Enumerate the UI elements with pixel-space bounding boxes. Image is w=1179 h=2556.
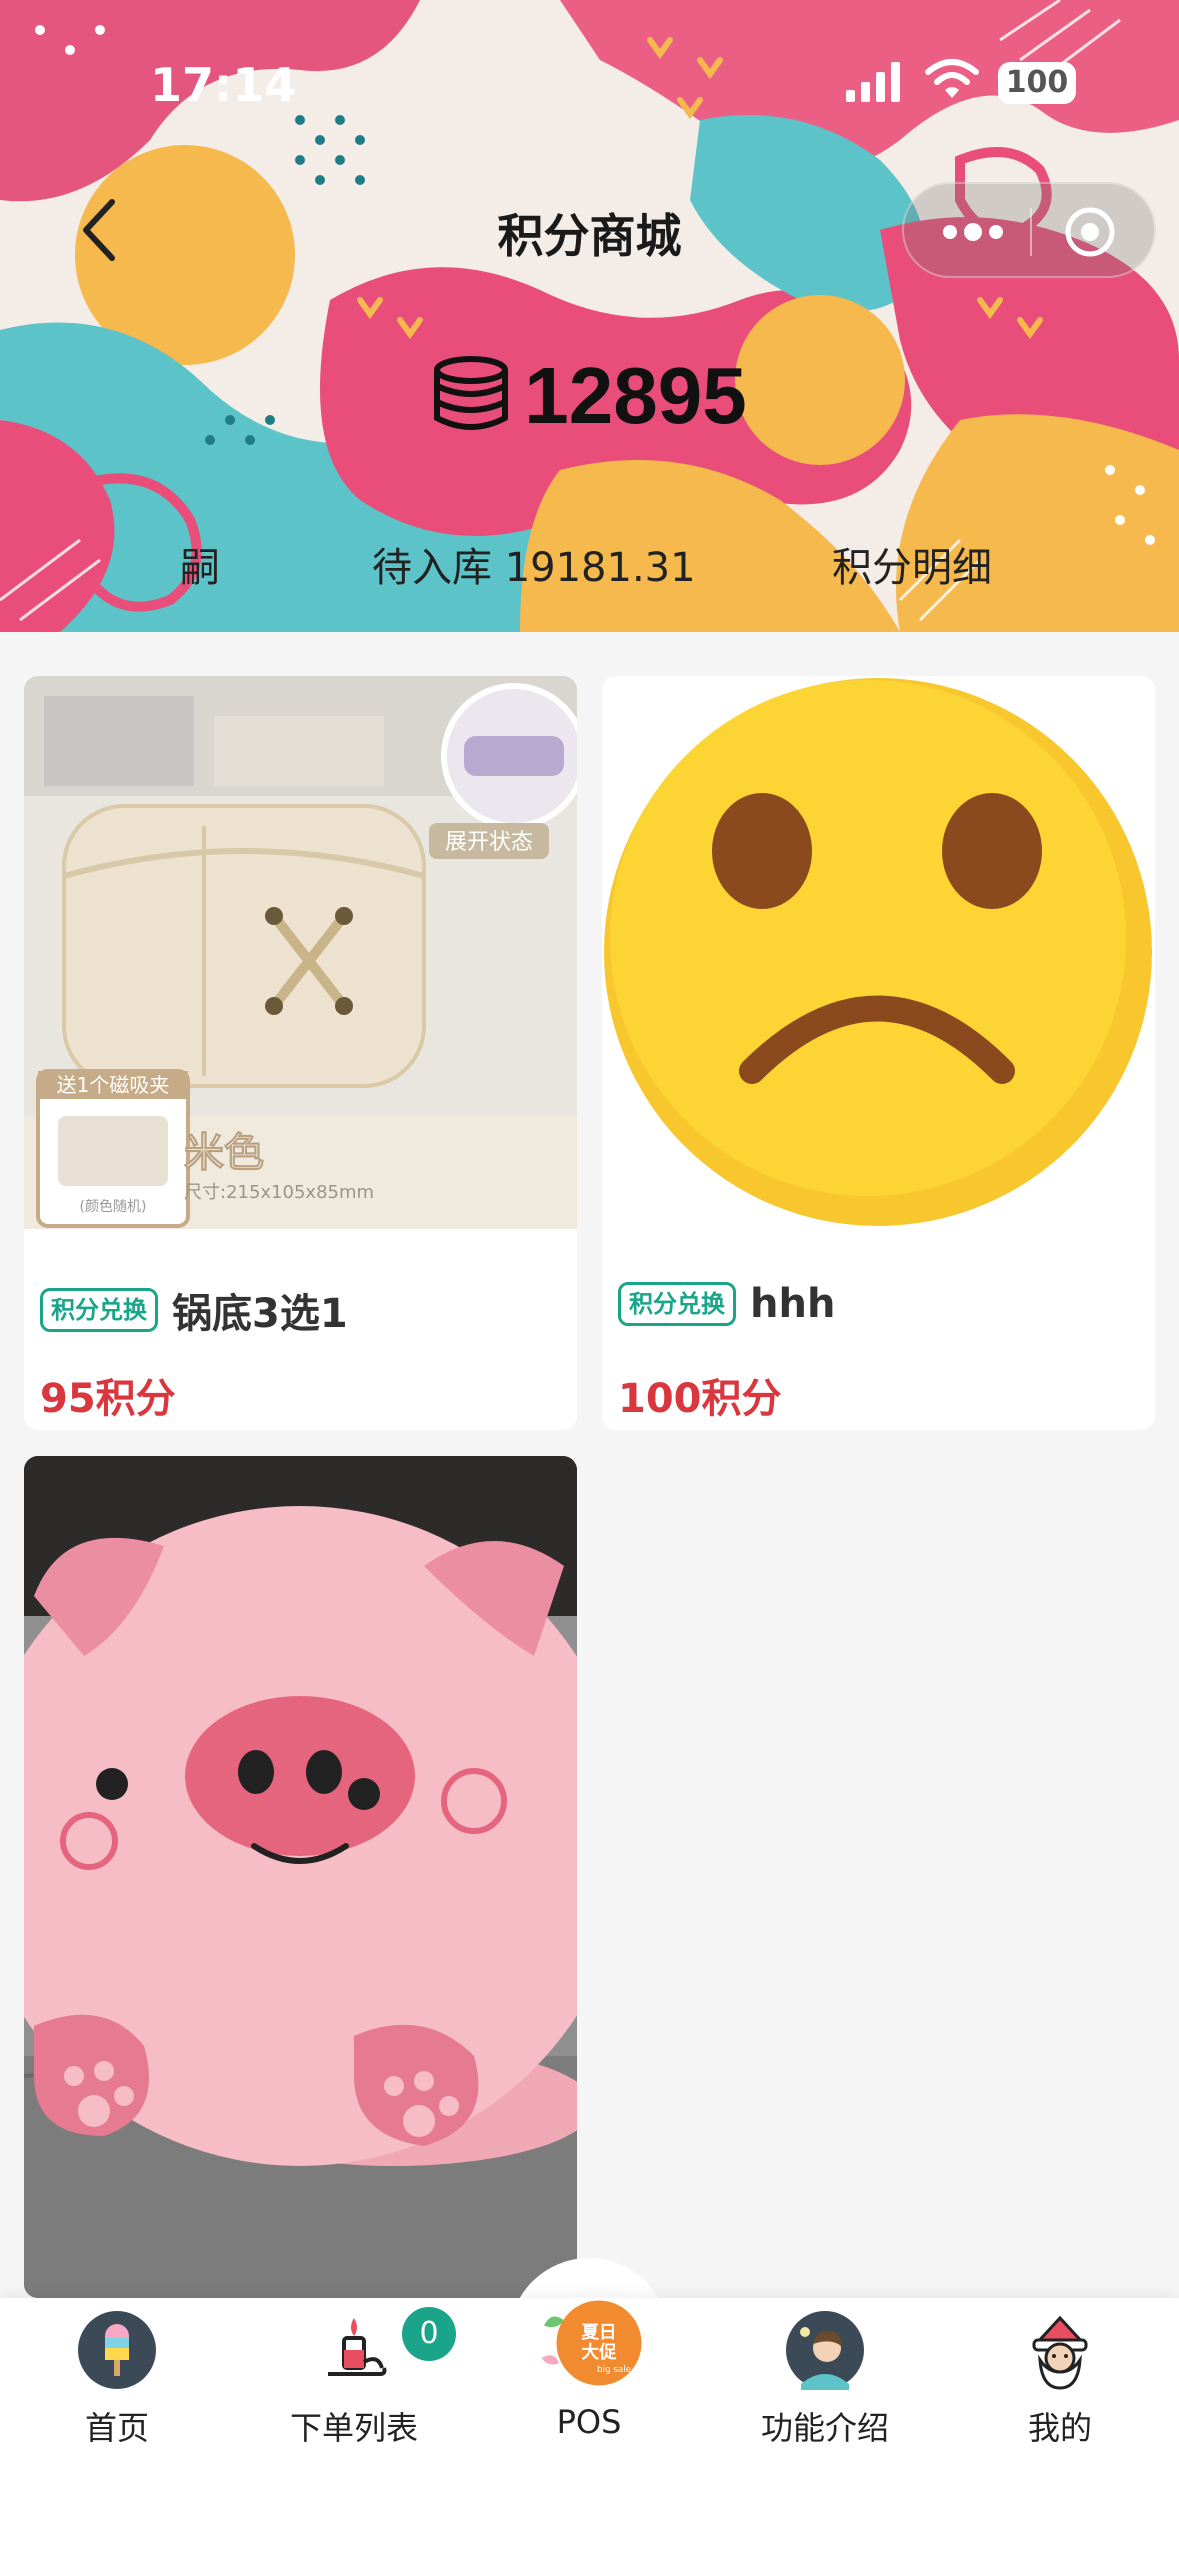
santa-icon <box>1032 2315 1088 2390</box>
capsule-divider <box>1030 208 1032 256</box>
points-balance: 12895 <box>0 350 1179 450</box>
product-name: 锅底3选1 <box>172 1291 348 1337</box>
product-price: 95积分 <box>40 1376 176 1422</box>
product-image <box>24 1456 577 2298</box>
tab-features-label: 功能介绍 <box>760 2409 889 2447</box>
product-card[interactable] <box>24 1456 577 2298</box>
nav-bar: 积分商城 <box>0 170 1179 290</box>
tab-pos-label: POS <box>556 2403 622 2441</box>
color-label: 米色 <box>184 1130 264 1176</box>
product-name: hhh <box>750 1281 836 1327</box>
tab-pos[interactable]: 夏日 大促 big sale POS <box>489 2298 689 2498</box>
tab-bar: 首页 下单列表 夏日 大促 big sale POS 功能介绍 我的 <box>0 2298 1179 2556</box>
battery-indicator: 100 <box>998 62 1076 104</box>
product-image <box>602 676 1155 1229</box>
product-image: 展开状态 送1个磁吸夹 (颜色随机) 米色 尺寸:215x105x85mm <box>24 676 577 1229</box>
pending-storage-link[interactable]: 待入库 19181.31 <box>372 535 696 593</box>
sale-line3: big sale <box>597 2365 631 2375</box>
header-banner: 17:14 100 积分商城 12895 嗣 待入库 19181.31 积分明细 <box>0 0 1179 632</box>
expanded-state-label: 展开状态 <box>445 830 533 855</box>
gift-label: 送1个磁吸夹 <box>57 1073 170 1097</box>
orders-count-badge: 0 <box>402 2307 456 2361</box>
signal-icon <box>846 62 900 102</box>
target-close-icon[interactable] <box>1064 206 1116 258</box>
exchange-tag: 积分兑换 <box>618 1282 736 1326</box>
product-card[interactable]: 积分兑换 hhh 100积分 <box>602 676 1155 1430</box>
wifi-icon <box>925 59 979 98</box>
sub-nav: 嗣 待入库 19181.31 积分明细 <box>0 535 1179 605</box>
tab-mine[interactable]: 我的 <box>960 2298 1160 2498</box>
sad-face-icon <box>602 676 1155 1229</box>
sale-line1: 夏日 <box>582 2323 617 2343</box>
tab-orders-label: 下单列表 <box>289 2409 418 2447</box>
product-card[interactable]: 展开状态 送1个磁吸夹 (颜色随机) 米色 尺寸:215x105x85mm 积分… <box>24 676 577 1430</box>
tab-home-label: 首页 <box>84 2409 149 2447</box>
product-price: 100积分 <box>618 1376 782 1422</box>
more-dots-icon[interactable] <box>938 214 1008 250</box>
status-time: 17:14 <box>150 58 297 112</box>
sale-badge-icon: 夏日 大促 big sale <box>541 2300 642 2386</box>
points-value: 12895 <box>524 351 747 440</box>
candle-icon <box>328 2318 387 2376</box>
mini-program-capsule <box>902 182 1156 278</box>
exchange-tag: 积分兑换 <box>40 1288 158 1332</box>
sale-line2: 大促 <box>582 2342 617 2363</box>
tab-home[interactable]: 首页 <box>17 2298 217 2498</box>
tab-mine-label: 我的 <box>1027 2409 1092 2447</box>
avatar-icon <box>786 2311 864 2390</box>
popsicle-icon <box>78 2311 156 2389</box>
sub-nav-left[interactable]: 嗣 <box>180 535 220 593</box>
gift-note: (颜色随机) <box>80 1198 147 1215</box>
tab-features[interactable]: 功能介绍 <box>725 2298 925 2498</box>
status-bar: 17:14 100 <box>0 0 1179 150</box>
size-label: 尺寸:215x105x85mm <box>184 1182 374 1203</box>
points-detail-link[interactable]: 积分明细 <box>832 535 992 593</box>
coins-stack-icon <box>434 356 509 430</box>
